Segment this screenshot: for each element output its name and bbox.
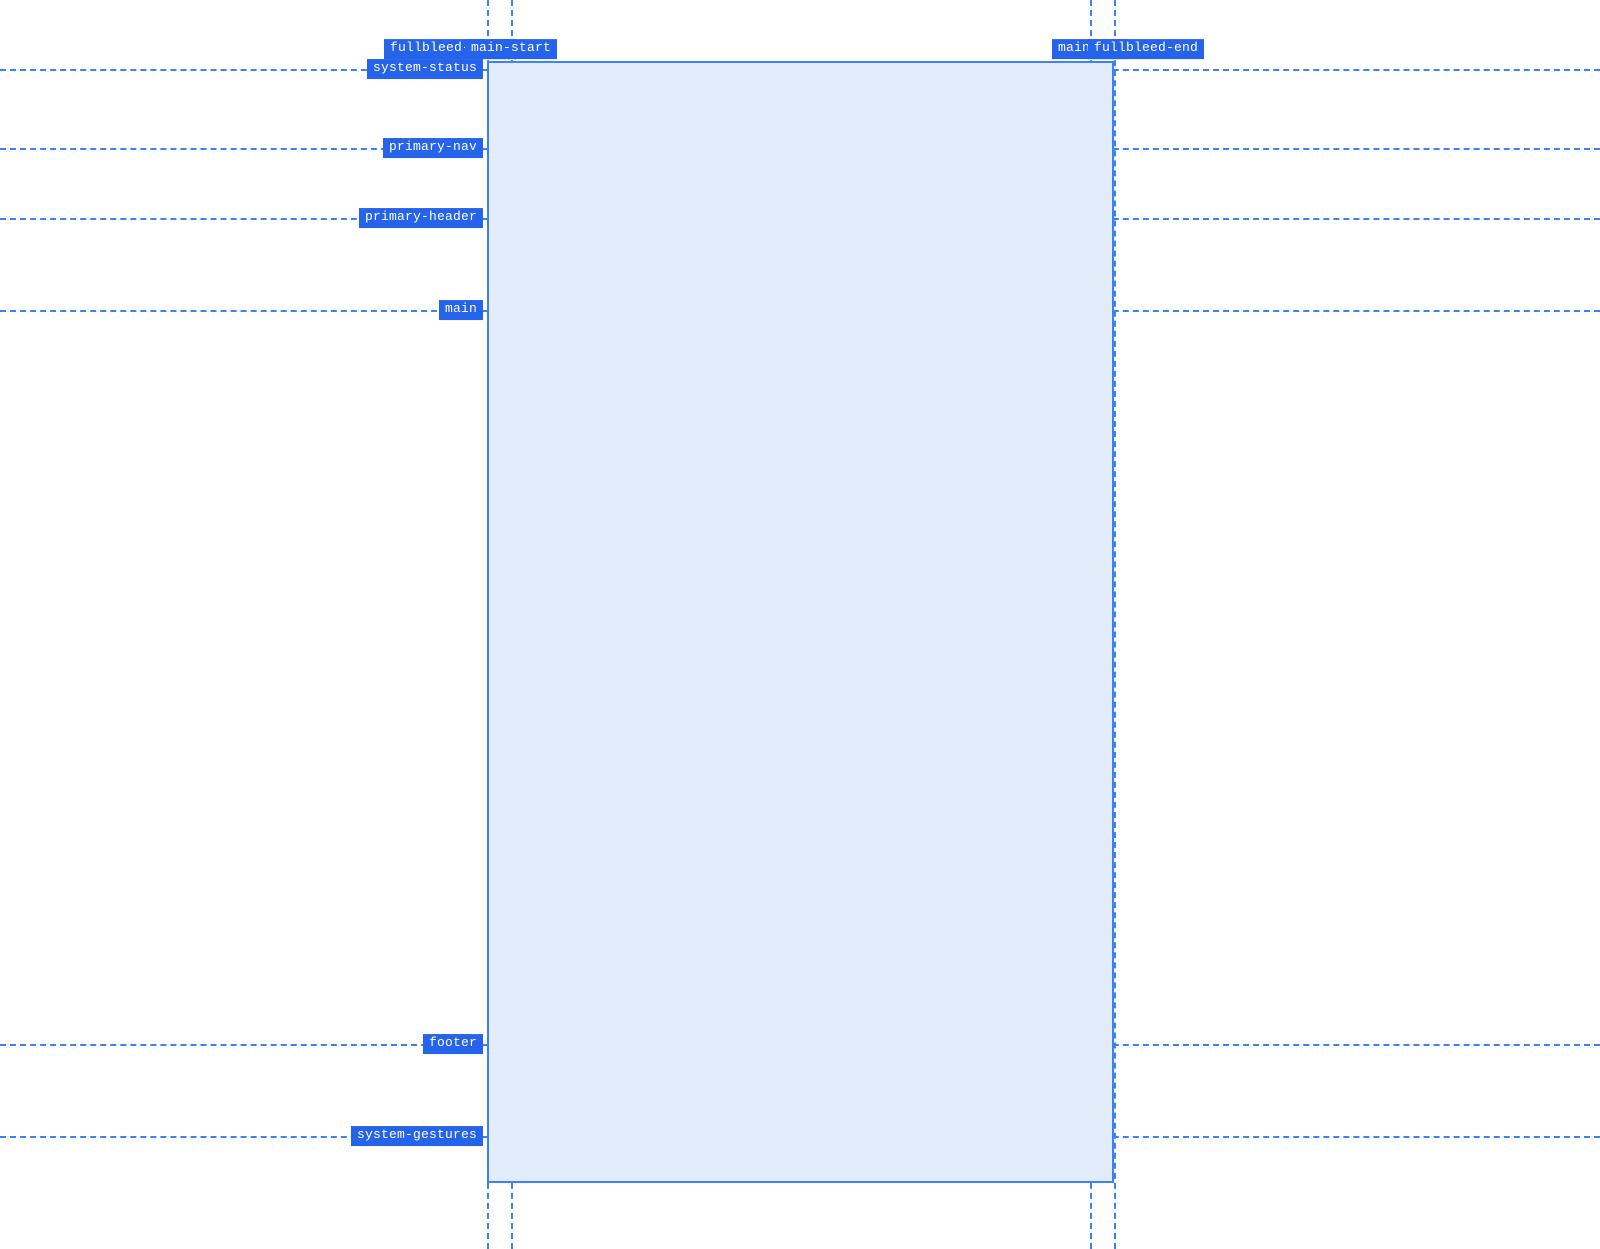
row-label-primary-header: primary-header: [359, 208, 483, 228]
row-label-system-status: system-status: [367, 59, 483, 79]
row-label-main: main: [439, 300, 483, 320]
col-label-fullbleed-end: fullbleed-end: [1088, 39, 1204, 59]
col-label-main-start: main-start: [465, 39, 557, 59]
row-label-footer: footer: [423, 1034, 483, 1054]
grid-frame: [487, 61, 1114, 1183]
grid-diagram: fullbleed-start main-start main-end full…: [0, 0, 1600, 1249]
col-line-fullbleed-end: [1114, 0, 1116, 1249]
row-label-primary-nav: primary-nav: [383, 138, 483, 158]
row-label-system-gestures: system-gestures: [351, 1126, 483, 1146]
